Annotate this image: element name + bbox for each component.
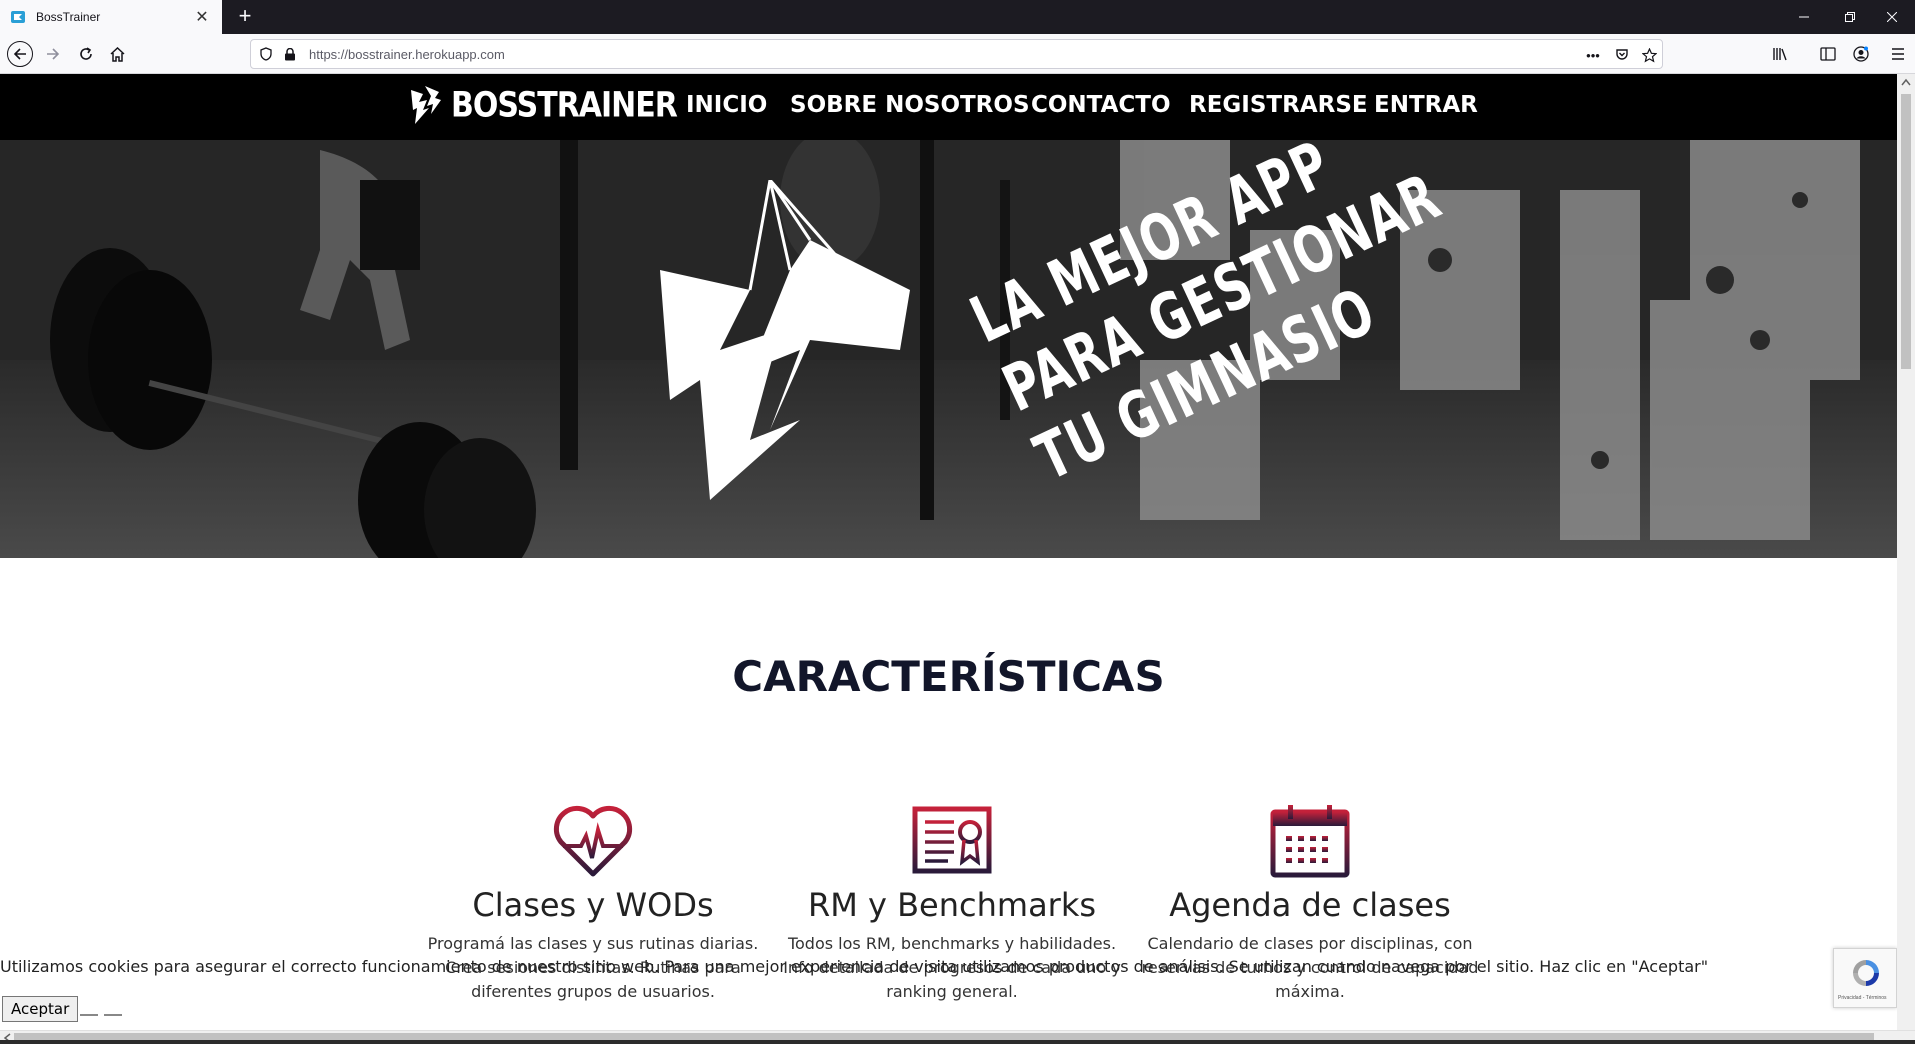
certificate-icon: [912, 806, 992, 874]
feature-title: Clases y WODs: [472, 886, 714, 924]
app-menu-icon[interactable]: [1888, 44, 1908, 64]
pocket-icon[interactable]: [1613, 46, 1631, 64]
tracking-protection-shield-icon[interactable]: [259, 47, 273, 61]
cookie-notice-text: Utilizamos cookies para asegurar el corr…: [0, 957, 1709, 976]
bosstrainer-logo-icon: [411, 86, 441, 124]
site-favicon-icon: [11, 11, 25, 23]
home-icon[interactable]: [104, 41, 130, 67]
hero-logo-icon: [660, 180, 910, 500]
lock-icon[interactable]: [284, 48, 296, 61]
tab-close-icon[interactable]: ✕: [192, 7, 212, 27]
browser-tab[interactable]: BossTrainer ✕: [0, 0, 222, 34]
recaptcha-label[interactable]: Privacidad - Términos: [1838, 995, 1887, 1001]
vertical-scroll-thumb[interactable]: [1901, 94, 1911, 369]
cookie-accept-button[interactable]: Aceptar: [2, 996, 79, 1022]
nav-sobre-nosotros-link[interactable]: SOBRE NOSOTROS: [790, 92, 1030, 118]
cookie-more-info-link[interactable]: [80, 1012, 98, 1016]
nav-registrarse-link[interactable]: REGISTRARSE: [1189, 92, 1368, 118]
browser-tab-bar: BossTrainer ✕ +: [0, 0, 1915, 34]
logo-text: BOSSTRAINER: [451, 84, 678, 126]
vertical-scrollbar[interactable]: [1897, 74, 1915, 1030]
hero-banner: LA MEJOR APP PARA GESTIONAR TU GIMNASIO: [0, 140, 1897, 558]
feature-title: RM y Benchmarks: [807, 886, 1097, 924]
nav-inicio-link[interactable]: INICIO: [686, 92, 767, 118]
taskbar-edge: [0, 1040, 1915, 1044]
site-header: BOSSTRAINER INICIO SOBRE NOSOTROS CONTAC…: [0, 74, 1897, 140]
calendar-icon: [1270, 805, 1350, 878]
forward-icon[interactable]: [40, 41, 66, 67]
library-icon[interactable]: [1770, 44, 1790, 64]
new-tab-button[interactable]: +: [232, 4, 258, 30]
reload-icon[interactable]: [73, 41, 99, 67]
account-icon[interactable]: [1851, 44, 1871, 64]
cookie-settings-link[interactable]: [104, 1012, 122, 1016]
scroll-up-icon[interactable]: [1901, 78, 1911, 86]
sidebar-icon[interactable]: [1818, 44, 1838, 64]
heart-pulse-icon: [553, 805, 633, 877]
address-bar[interactable]: https://bosstrainer.herokuapp.com •••: [250, 39, 1663, 69]
recaptcha-icon: [1853, 960, 1879, 986]
nav-entrar-link[interactable]: ENTRAR: [1374, 92, 1478, 118]
back-icon[interactable]: [7, 41, 33, 67]
page-actions-icon[interactable]: •••: [1584, 46, 1602, 64]
recaptcha-badge[interactable]: Privacidad - Términos: [1833, 948, 1897, 1008]
feature-title: Agenda de clases: [1169, 886, 1451, 924]
section-title: CARACTERÍSTICAS: [732, 652, 1165, 701]
close-window-icon[interactable]: [1869, 0, 1915, 34]
minimize-window-icon[interactable]: [1781, 0, 1827, 34]
url-text[interactable]: https://bosstrainer.herokuapp.com: [309, 47, 505, 62]
site-logo[interactable]: BOSSTRAINER: [409, 84, 678, 126]
browser-nav-bar: https://bosstrainer.herokuapp.com •••: [0, 34, 1915, 74]
bookmark-star-icon[interactable]: [1640, 46, 1658, 64]
restore-window-icon[interactable]: [1827, 0, 1873, 34]
tab-title: BossTrainer: [36, 10, 101, 24]
nav-contacto-link[interactable]: CONTACTO: [1031, 92, 1171, 118]
